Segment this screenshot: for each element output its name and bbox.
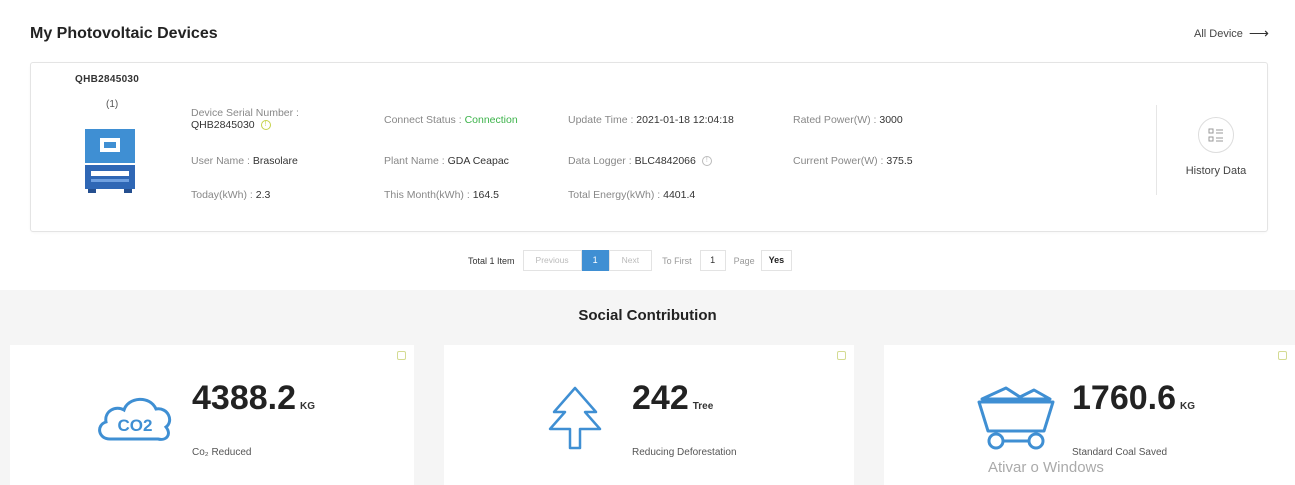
co2-unit: KG: [300, 401, 315, 412]
device-count: (1): [106, 99, 119, 110]
page-label: Page: [733, 255, 755, 266]
connect-status-label: Connect Status :: [384, 114, 462, 126]
total-energy-value: 4401.4: [663, 189, 696, 201]
co2-value-row: 4388.2 KG: [192, 379, 315, 418]
co2-icon-text: CO2: [118, 416, 153, 435]
co2-cloud-icon: CO2: [98, 397, 172, 441]
device-card[interactable]: QHB2845030 (1) Device Serial Number : QH…: [30, 62, 1268, 232]
month-energy-field: This Month(kWh) : 164.5: [384, 189, 499, 201]
coal-cart-icon: [977, 386, 1055, 450]
go-button[interactable]: Yes: [760, 250, 793, 271]
co2-card: CO2 4388.2 KG Co₂ Reduced: [10, 345, 414, 485]
page-number-input[interactable]: 1: [699, 250, 726, 271]
corner-icon: [397, 351, 406, 360]
update-time-label: Update Time :: [568, 114, 634, 126]
rated-power-value: 3000: [879, 114, 903, 126]
rated-power-label: Rated Power(W) :: [793, 114, 877, 126]
info-icon[interactable]: !: [260, 120, 271, 131]
today-energy-value: 2.3: [255, 189, 271, 201]
inverter-icon: [85, 129, 135, 193]
corner-icon: [1278, 351, 1287, 360]
divider: [1156, 105, 1157, 195]
serial-number-value: QHB2845030: [191, 119, 255, 131]
plant-name-field: Plant Name : GDA Ceapac: [384, 155, 509, 167]
tree-card: 242 Tree Reducing Deforestation: [444, 345, 854, 485]
all-device-link[interactable]: All Device ⟶: [1194, 25, 1269, 42]
pagination-total: Total 1 Item: [468, 255, 515, 266]
user-name-field: User Name : Brasolare: [191, 155, 298, 167]
tree-icon: [548, 386, 602, 450]
coal-value-row: 1760.6 KG: [1072, 379, 1195, 418]
user-name-value: Brasolare: [252, 155, 298, 167]
next-button[interactable]: Next: [608, 250, 653, 271]
serial-number-field: Device Serial Number : QHB2845030 !: [191, 107, 299, 131]
corner-icon: [837, 351, 846, 360]
month-energy-label: This Month(kWh) :: [384, 189, 470, 201]
history-data-label: History Data: [1185, 165, 1247, 177]
device-id: QHB2845030: [75, 74, 140, 85]
tree-value: 242: [632, 379, 689, 417]
pagination: Total 1 Item Previous 1 Next To First 1 …: [468, 250, 793, 271]
plant-name-label: Plant Name :: [384, 155, 445, 167]
total-energy-label: Total Energy(kWh) :: [568, 189, 661, 201]
devices-section: My Photovoltaic Devices All Device ⟶ QHB…: [0, 0, 1295, 290]
tree-unit: Tree: [692, 401, 714, 412]
user-name-label: User Name :: [191, 155, 250, 167]
current-power-field: Current Power(W) : 375.5: [793, 155, 913, 167]
today-energy-field: Today(kWh) : 2.3: [191, 189, 270, 201]
data-logger-label: Data Logger :: [568, 155, 632, 167]
plant-name-value: GDA Ceapac: [447, 155, 509, 167]
tree-value-row: 242 Tree: [632, 379, 713, 418]
history-circle: [1198, 117, 1234, 153]
page-title: My Photovoltaic Devices: [30, 25, 218, 42]
update-time-field: Update Time : 2021-01-18 12:04:18: [568, 114, 734, 126]
page-button-current[interactable]: 1: [581, 250, 609, 271]
arrow-right-icon: ⟶: [1248, 25, 1269, 41]
co2-value: 4388.2: [192, 379, 296, 417]
tree-label: Reducing Deforestation: [632, 447, 737, 458]
social-title: Social Contribution: [578, 307, 717, 324]
coal-unit: KG: [1180, 401, 1195, 412]
co2-label: Co₂ Reduced: [192, 447, 252, 458]
connect-status-value: Connection: [464, 114, 518, 126]
total-energy-field: Total Energy(kWh) : 4401.4: [568, 189, 695, 201]
windows-activation-watermark: Ativar o Windows: [988, 459, 1104, 476]
update-time-value: 2021-01-18 12:04:18: [636, 114, 734, 126]
previous-button[interactable]: Previous: [522, 250, 582, 271]
to-first-label: To First: [662, 255, 692, 266]
current-power-value: 375.5: [886, 155, 913, 167]
today-energy-label: Today(kWh) :: [191, 189, 253, 201]
data-logger-field: Data Logger : BLC4842066 !: [568, 155, 712, 167]
coal-value: 1760.6: [1072, 379, 1176, 417]
data-logger-value: BLC4842066: [634, 155, 696, 167]
current-power-label: Current Power(W) :: [793, 155, 884, 167]
connect-status-field: Connect Status : Connection: [384, 114, 518, 126]
rated-power-field: Rated Power(W) : 3000: [793, 114, 903, 126]
month-energy-value: 164.5: [472, 189, 499, 201]
info-icon[interactable]: !: [701, 156, 712, 167]
history-data-button[interactable]: History Data: [1171, 117, 1261, 177]
all-device-label: All Device: [1194, 27, 1243, 40]
coal-label: Standard Coal Saved: [1072, 447, 1168, 458]
list-icon: [1208, 128, 1223, 142]
serial-number-label: Device Serial Number :: [191, 107, 299, 119]
